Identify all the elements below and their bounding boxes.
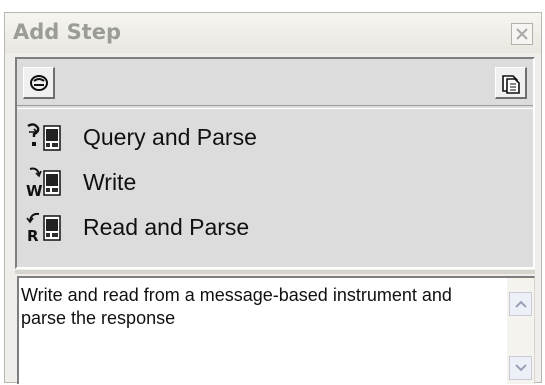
scroll-up-button[interactable] <box>509 292 532 316</box>
panel-splitter[interactable] <box>15 270 535 274</box>
read-parse-icon: R <box>26 212 61 244</box>
description-scrollbar[interactable] <box>507 278 534 384</box>
step-item-read-and-parse[interactable]: R Read and Parse <box>25 205 505 249</box>
close-x-icon <box>516 28 528 40</box>
chevron-down-icon <box>514 364 527 372</box>
close-button[interactable] <box>511 23 533 45</box>
step-label: Write <box>83 168 137 195</box>
step-description-text: Write and read from a message-based inst… <box>21 285 452 328</box>
step-list-toolbar <box>17 59 533 105</box>
add-step-panel: Add Step Query and Parse W Write R Read … <box>4 12 542 384</box>
step-label: Read and Parse <box>83 213 250 240</box>
chevron-up-icon <box>514 300 527 308</box>
step-description-box: Write and read from a message-based inst… <box>17 276 535 384</box>
scroll-down-button[interactable] <box>509 356 532 380</box>
panel-title: Add Step <box>13 20 122 44</box>
query-parse-icon <box>27 123 61 151</box>
svg-text:R: R <box>27 227 39 244</box>
browse-steps-button[interactable] <box>495 67 527 99</box>
step-item-write[interactable]: W Write <box>25 160 505 204</box>
svg-text:W: W <box>26 182 43 199</box>
instrument-io-icon <box>29 74 48 91</box>
instrument-io-button[interactable] <box>23 67 55 99</box>
folder-pages-icon <box>501 74 520 94</box>
panel-title-bar: Add Step <box>5 13 541 53</box>
toolbar-separator <box>17 105 533 109</box>
write-icon: W <box>26 167 61 199</box>
step-list: Query and Parse W Write R Read and Parse <box>15 57 535 269</box>
step-label: Query and Parse <box>83 123 257 150</box>
step-item-query-and-parse[interactable]: Query and Parse <box>25 115 505 159</box>
